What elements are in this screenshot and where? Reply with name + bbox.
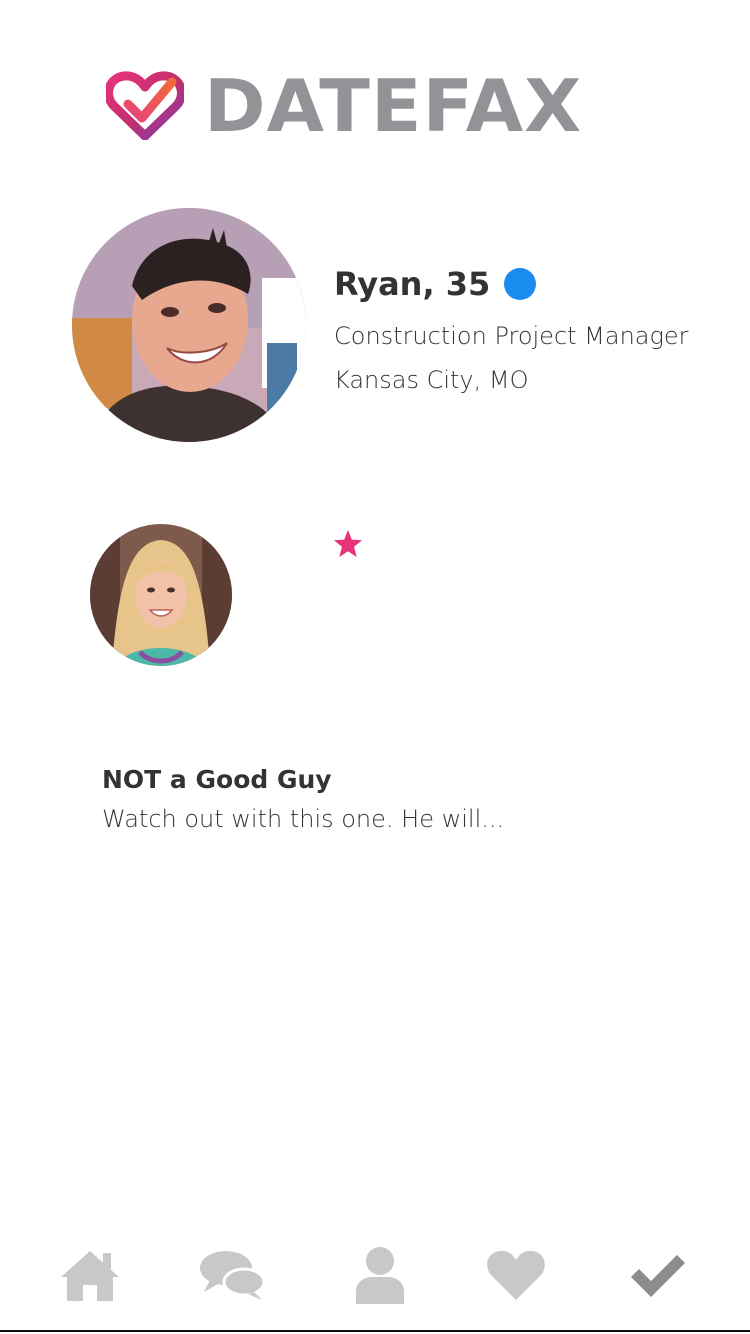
- star-icon: [334, 530, 362, 557]
- app-logo: DATEFAX: [106, 70, 581, 142]
- nav-profile-button[interactable]: [340, 1240, 420, 1310]
- heart-check-logo-icon: [106, 71, 184, 140]
- nav-messages-button[interactable]: [192, 1240, 272, 1310]
- nav-favorites-button[interactable]: [476, 1240, 556, 1310]
- profile-photo[interactable]: [72, 208, 306, 442]
- verified-badge-icon: [504, 268, 537, 300]
- heart-icon: [487, 1250, 545, 1300]
- nav-verify-button[interactable]: [618, 1240, 698, 1310]
- bottom-nav-bar: [0, 1224, 750, 1332]
- nav-home-button[interactable]: [50, 1240, 130, 1310]
- profile-name-age: Ryan, 35: [334, 265, 491, 303]
- home-icon: [61, 1251, 119, 1301]
- logo-text: DATEFAX: [204, 64, 583, 148]
- user-icon: [356, 1247, 404, 1304]
- man-portrait-image: [72, 208, 306, 442]
- review-title[interactable]: NOT a Good Guy: [102, 762, 332, 798]
- profile-name-row: Ryan, 35: [334, 262, 537, 306]
- woman-portrait-image: [90, 524, 232, 666]
- profile-location: Kansas City, MO: [334, 366, 529, 394]
- chat-bubbles-icon: [200, 1251, 266, 1300]
- reviewer-photo[interactable]: [90, 524, 232, 666]
- profile-occupation: Construction Project Manager: [334, 322, 689, 350]
- nav-bottom-divider: [0, 1330, 750, 1332]
- review-snippet[interactable]: Watch out with this one. He will...: [102, 801, 504, 837]
- checkmark-icon: [631, 1255, 685, 1297]
